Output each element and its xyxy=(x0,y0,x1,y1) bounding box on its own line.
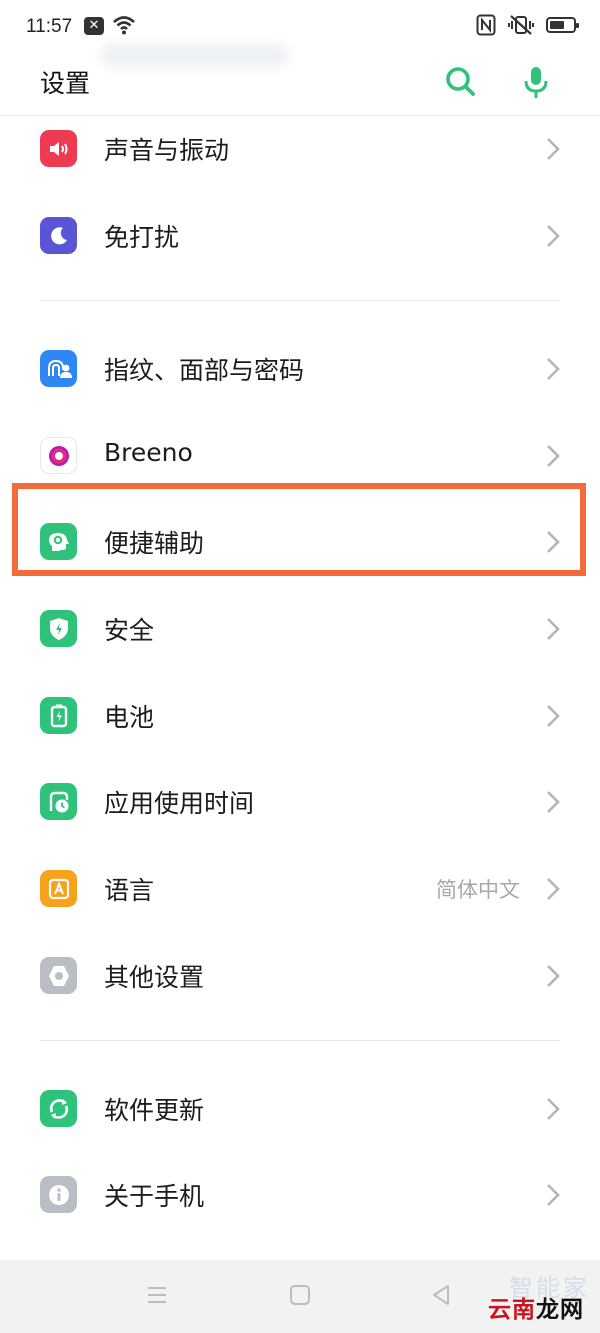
battery-charging-icon xyxy=(40,697,77,734)
page-title: 设置 xyxy=(40,69,91,98)
settings-item-label: 应用使用时间 xyxy=(104,789,255,818)
settings-item-label: 语言 xyxy=(104,876,155,905)
chevron-right-icon xyxy=(547,705,560,727)
speaker-icon xyxy=(40,130,77,167)
vibrate-off-icon xyxy=(508,15,534,35)
language-icon xyxy=(40,870,77,907)
chevron-right-icon xyxy=(547,618,560,640)
hexagon-settings-icon xyxy=(40,957,77,994)
chevron-right-icon xyxy=(547,965,560,987)
info-icon xyxy=(40,1176,77,1213)
settings-item-label: 指纹、面部与密码 xyxy=(104,356,305,385)
close-notification-icon: ✕ xyxy=(84,17,104,35)
settings-item-about[interactable]: 关于手机 xyxy=(0,1151,600,1238)
voice-search-button[interactable] xyxy=(516,62,556,102)
settings-item-dnd[interactable]: 免打扰 xyxy=(0,192,600,279)
usage-timer-icon xyxy=(40,783,77,820)
search-icon xyxy=(446,67,475,96)
settings-item-label: Breeno xyxy=(104,438,193,467)
section-divider xyxy=(40,1040,560,1041)
chevron-right-icon xyxy=(547,1098,560,1120)
settings-item-label: 关于手机 xyxy=(104,1182,205,1211)
moon-icon xyxy=(40,217,77,254)
refresh-icon xyxy=(40,1090,77,1127)
settings-item-update[interactable]: 软件更新 xyxy=(0,1065,600,1152)
menu-icon[interactable] xyxy=(146,1284,168,1306)
battery-icon xyxy=(546,17,579,33)
nfc-icon xyxy=(476,14,496,36)
settings-item-label: 免打扰 xyxy=(104,223,180,252)
breeno-icon xyxy=(40,437,77,474)
section-divider xyxy=(40,300,560,301)
settings-item-language[interactable]: 语言 简体中文 xyxy=(0,845,600,932)
chevron-right-icon xyxy=(547,791,560,813)
highlight-box xyxy=(12,483,586,576)
chevron-right-icon xyxy=(547,138,560,160)
settings-item-sound[interactable]: 声音与振动 xyxy=(0,105,600,192)
chevron-right-icon xyxy=(547,878,560,900)
blurred-notification xyxy=(100,42,290,68)
microphone-icon xyxy=(524,67,548,98)
shield-icon xyxy=(40,610,77,647)
chevron-right-icon xyxy=(547,358,560,380)
settings-item-label: 其他设置 xyxy=(104,963,205,992)
fingerprint-face-icon xyxy=(40,350,77,387)
watermark-black-text: 龙网 xyxy=(536,1297,584,1323)
settings-item-label: 声音与振动 xyxy=(104,136,230,165)
chevron-right-icon xyxy=(547,225,560,247)
back-icon[interactable] xyxy=(430,1284,452,1306)
chevron-right-icon xyxy=(547,445,560,467)
status-bar: 11:57 ✕ xyxy=(0,0,600,52)
settings-item-other[interactable]: 其他设置 xyxy=(0,932,600,1019)
wifi-icon xyxy=(113,16,135,35)
home-icon[interactable] xyxy=(289,1284,311,1306)
settings-item-security[interactable]: 安全 xyxy=(0,585,600,672)
settings-item-label: 安全 xyxy=(104,616,155,645)
watermark-logo: 智能家 云南龙网 xyxy=(470,1268,590,1328)
status-time: 11:57 xyxy=(26,16,73,37)
search-button[interactable] xyxy=(440,62,480,102)
language-current-value: 简体中文 xyxy=(436,878,520,902)
watermark-bottom-text: 云南龙网 xyxy=(488,1290,584,1324)
settings-item-battery[interactable]: 电池 xyxy=(0,672,600,759)
chevron-right-icon xyxy=(547,1184,560,1206)
settings-item-label: 电池 xyxy=(104,703,155,732)
settings-item-app-usage[interactable]: 应用使用时间 xyxy=(0,758,600,845)
settings-item-label: 软件更新 xyxy=(104,1096,205,1125)
watermark-red-text: 云南 xyxy=(488,1297,536,1323)
settings-item-biometrics[interactable]: 指纹、面部与密码 xyxy=(0,325,600,412)
